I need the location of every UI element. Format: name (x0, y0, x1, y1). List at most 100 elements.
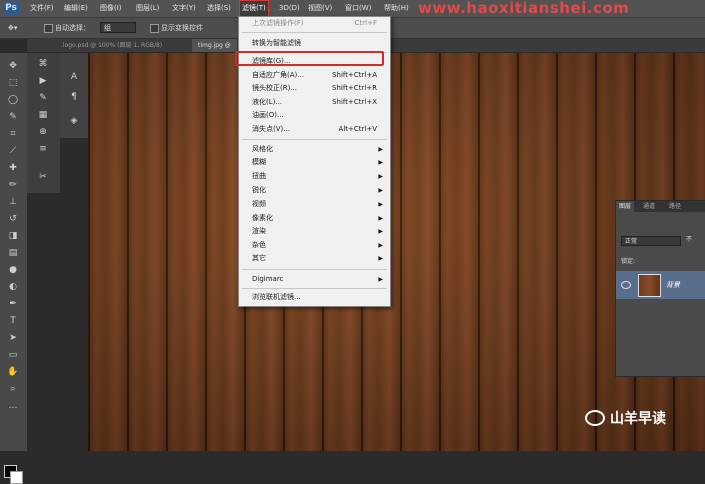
menu-select[interactable]: 选择(S) (207, 0, 231, 17)
character-panel-icon[interactable]: A (67, 71, 81, 83)
move-tool-icon[interactable]: ✥ (4, 59, 22, 73)
submenu-arrow-icon: ▶ (378, 146, 383, 153)
character-panel-dock: A ¶ ◈ (60, 53, 88, 138)
menu-view[interactable]: 视图(V) (308, 0, 332, 17)
tab-channels[interactable]: 通道 (640, 201, 658, 212)
photoshop-logo: Ps (3, 1, 19, 15)
visibility-eye-icon[interactable] (621, 281, 631, 289)
type-tool-icon[interactable]: T (4, 314, 22, 328)
tab-logo-psd[interactable]: .logo.psd @ 100% (图层 1, RGB/8) (55, 39, 168, 52)
menu-item-render[interactable]: 渲染 ▶ (252, 226, 386, 237)
menu-file[interactable]: 文件(F) (30, 0, 54, 17)
tools-panel: ✥ ⬚ ◯ ✎ ⌗ ⟋ ✚ ✏ ⊥ ↺ ◨ ▤ ● ◐ ✒ T ➤ ▭ ✋ ⌕ … (0, 53, 28, 484)
pen-tool-icon[interactable]: ✒ (4, 297, 22, 311)
color-swatches[interactable] (4, 465, 23, 484)
submenu-arrow-icon: ▶ (378, 276, 383, 283)
hand-tool-icon[interactable]: ✋ (4, 365, 22, 379)
blur-tool-icon[interactable]: ● (4, 263, 22, 277)
menu-filter[interactable]: 滤镜(T) (239, 0, 269, 17)
properties-panel-icon[interactable]: ≡ (36, 143, 50, 155)
menu-separator (242, 288, 387, 289)
move-tool-icon[interactable]: ✥▾ (8, 18, 17, 38)
show-transform-label: 显示变换控件 (161, 24, 203, 32)
layers-panel: 图层 通道 路径 正常 不 锁定: 背景 (615, 200, 705, 377)
submenu-arrow-icon: ▶ (378, 255, 383, 262)
path-select-icon[interactable]: ➤ (4, 331, 22, 345)
opacity-label: 不 (686, 236, 693, 243)
menu-item-digimarc[interactable]: Digimarc ▶ (252, 274, 386, 285)
swatches-panel-icon[interactable]: ▦ (36, 109, 50, 121)
dodge-tool-icon[interactable]: ◐ (4, 280, 22, 294)
eyedropper-icon[interactable]: ⟋ (4, 144, 22, 158)
layer-row[interactable]: 背景 (616, 271, 705, 299)
stamp-tool-icon[interactable]: ⊥ (4, 195, 22, 209)
submenu-arrow-icon: ▶ (378, 187, 383, 194)
history-panel-icon[interactable]: ⌘ (36, 58, 50, 70)
wechat-icon (585, 410, 605, 426)
menu-edit[interactable]: 编辑(E) (64, 0, 88, 17)
menu-type[interactable]: 文字(Y) (172, 0, 196, 17)
layer-name[interactable]: 背景 (666, 271, 680, 299)
menu-item-lens-correction[interactable]: 镜头校正(R)... Shift+Ctrl+R (252, 83, 386, 94)
menu-item-video[interactable]: 视频 ▶ (252, 199, 386, 210)
menu-separator (242, 269, 387, 270)
layer-thumbnail (638, 274, 661, 297)
paragraph-panel-icon[interactable]: ¶ (67, 91, 81, 103)
menu-item-blur[interactable]: 模糊 ▶ (252, 157, 386, 168)
tab-layers[interactable]: 图层 (616, 201, 635, 212)
watermark-url: www.haoxitianshei.com (418, 0, 630, 17)
quick-select-icon[interactable]: ✎ (4, 110, 22, 124)
auto-select-dropdown[interactable]: 组 (100, 22, 136, 33)
menu-item-noise[interactable]: 杂色 ▶ (252, 240, 386, 251)
branding-text: 山羊早读 (610, 411, 666, 427)
menu-item-pixelate[interactable]: 像素化 ▶ (252, 213, 386, 224)
submenu-arrow-icon: ▶ (378, 173, 383, 180)
lasso-tool-icon[interactable]: ◯ (4, 93, 22, 107)
menu-item-stylize[interactable]: 风格化 ▶ (252, 144, 386, 155)
menu-item-liquify[interactable]: 液化(L)... Shift+Ctrl+X (252, 97, 386, 108)
gradient-tool-icon[interactable]: ▤ (4, 246, 22, 260)
auto-select-checkbox[interactable] (44, 24, 53, 33)
actions-panel-icon[interactable]: ▶ (36, 75, 50, 87)
zoom-tool-icon[interactable]: ⌕ (4, 382, 22, 396)
crop-tool-icon[interactable]: ⌗ (4, 127, 22, 141)
background-color-swatch[interactable] (10, 471, 23, 484)
menu-item-vanishing-point[interactable]: 消失点(V)... Alt+Ctrl+V (252, 124, 386, 135)
tab-paths[interactable]: 路径 (666, 201, 684, 212)
menu-separator (242, 139, 387, 140)
show-transform-checkbox[interactable] (150, 24, 159, 33)
clone-source-icon[interactable]: ⊕ (36, 126, 50, 138)
submenu-arrow-icon: ▶ (378, 215, 383, 222)
menu-item-convert-smart-filter[interactable]: 转换为智能滤镜 (252, 38, 386, 49)
menu-item-adaptive-wide-angle[interactable]: 自适应广角(A)... Shift+Ctrl+A (252, 70, 386, 81)
submenu-arrow-icon: ▶ (378, 159, 383, 166)
menu-separator (242, 32, 387, 33)
tool-presets-icon[interactable]: ✂ (36, 171, 50, 183)
filter-gallery-highlight (235, 51, 384, 66)
menu-item-oil-paint[interactable]: 油画(O)... (252, 110, 386, 121)
menu-help[interactable]: 帮助(H) (384, 0, 409, 17)
more-tools-icon[interactable]: … (4, 399, 22, 413)
brush-tool-icon[interactable]: ✏ (4, 178, 22, 192)
brush-panel-icon[interactable]: ✎ (36, 92, 50, 104)
menu-3d[interactable]: 3D(D) (279, 0, 300, 17)
menu-window[interactable]: 窗口(W) (345, 0, 371, 17)
tab-timg-jpg[interactable]: timg.jpg @ (192, 39, 237, 52)
menu-item-distort[interactable]: 扭曲 ▶ (252, 171, 386, 182)
layers-panel-tabs: 图层 通道 路径 (616, 201, 705, 212)
healing-brush-icon[interactable]: ✚ (4, 161, 22, 175)
menu-item-last-filter[interactable]: 上次滤镜操作(F) Ctrl+F (252, 18, 386, 29)
eraser-tool-icon[interactable]: ◨ (4, 229, 22, 243)
auto-select-label: 自动选择： (55, 24, 90, 32)
3d-panel-icon[interactable]: ◈ (67, 115, 81, 127)
menu-item-sharpen[interactable]: 锐化 ▶ (252, 185, 386, 196)
blend-mode-select[interactable]: 正常 (621, 236, 681, 246)
history-brush-icon[interactable]: ↺ (4, 212, 22, 226)
menu-item-browse-filters-online[interactable]: 浏览联机滤镜... (252, 292, 386, 303)
marquee-tool-icon[interactable]: ⬚ (4, 76, 22, 90)
menu-item-other[interactable]: 其它 ▶ (252, 253, 386, 264)
shape-tool-icon[interactable]: ▭ (4, 348, 22, 362)
menu-image[interactable]: 图像(I) (100, 0, 122, 17)
canvas-vignette (88, 53, 705, 451)
menu-layer[interactable]: 图层(L) (136, 0, 159, 17)
